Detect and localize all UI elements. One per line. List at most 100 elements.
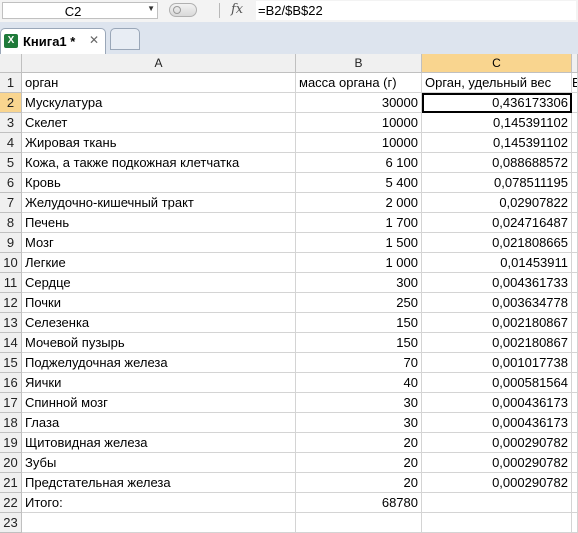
name-box[interactable]: C2 ▼ bbox=[2, 2, 158, 19]
cell-a10[interactable]: Легкие bbox=[22, 253, 296, 273]
cell-d3[interactable] bbox=[572, 113, 578, 133]
cell-a4[interactable]: Жировая ткань bbox=[22, 133, 296, 153]
row-header[interactable]: 10 bbox=[0, 253, 22, 273]
row-header[interactable]: 3 bbox=[0, 113, 22, 133]
cell-d14[interactable] bbox=[572, 333, 578, 353]
cell-d22[interactable] bbox=[572, 493, 578, 513]
cell-c22[interactable] bbox=[422, 493, 572, 513]
cell-a8[interactable]: Печень bbox=[22, 213, 296, 233]
cell-c14[interactable]: 0,002180867 bbox=[422, 333, 572, 353]
cell-a20[interactable]: Зубы bbox=[22, 453, 296, 473]
cell-b20[interactable]: 20 bbox=[296, 453, 422, 473]
row-header[interactable]: 19 bbox=[0, 433, 22, 453]
cell-b4[interactable]: 10000 bbox=[296, 133, 422, 153]
cell-c15[interactable]: 0,001017738 bbox=[422, 353, 572, 373]
row-header[interactable]: 9 bbox=[0, 233, 22, 253]
cell-a9[interactable]: Мозг bbox=[22, 233, 296, 253]
cell-c9[interactable]: 0,021808665 bbox=[422, 233, 572, 253]
cell-b16[interactable]: 40 bbox=[296, 373, 422, 393]
row-header[interactable]: 7 bbox=[0, 193, 22, 213]
cell-b12[interactable]: 250 bbox=[296, 293, 422, 313]
cell-b1[interactable]: масса органа (г) bbox=[296, 73, 422, 93]
cell-d2[interactable] bbox=[572, 93, 578, 113]
cell-a3[interactable]: Скелет bbox=[22, 113, 296, 133]
row-header[interactable]: 6 bbox=[0, 173, 22, 193]
column-header-b[interactable]: B bbox=[296, 54, 422, 73]
cell-a23[interactable] bbox=[22, 513, 296, 533]
formula-input[interactable]: =B2/$B$22 bbox=[256, 1, 576, 20]
search-icon[interactable] bbox=[169, 3, 197, 17]
row-header[interactable]: 11 bbox=[0, 273, 22, 293]
cell-c20[interactable]: 0,000290782 bbox=[422, 453, 572, 473]
tab-workbook[interactable]: X Книга1 * ✕ bbox=[0, 28, 106, 54]
cell-c13[interactable]: 0,002180867 bbox=[422, 313, 572, 333]
row-header[interactable]: 22 bbox=[0, 493, 22, 513]
cell-b19[interactable]: 20 bbox=[296, 433, 422, 453]
cell-b15[interactable]: 70 bbox=[296, 353, 422, 373]
row-header[interactable]: 15 bbox=[0, 353, 22, 373]
cell-c12[interactable]: 0,003634778 bbox=[422, 293, 572, 313]
cell-d13[interactable] bbox=[572, 313, 578, 333]
row-header[interactable]: 14 bbox=[0, 333, 22, 353]
chevron-down-icon[interactable]: ▼ bbox=[147, 4, 155, 13]
cell-d5[interactable] bbox=[572, 153, 578, 173]
cell-c2[interactable]: 0,436173306 bbox=[422, 93, 572, 113]
cell-d11[interactable] bbox=[572, 273, 578, 293]
cell-a21[interactable]: Предстательная железа bbox=[22, 473, 296, 493]
cell-d4[interactable] bbox=[572, 133, 578, 153]
cell-b17[interactable]: 30 bbox=[296, 393, 422, 413]
select-all-corner[interactable] bbox=[0, 54, 22, 73]
cell-b8[interactable]: 1 700 bbox=[296, 213, 422, 233]
cell-b22[interactable]: 68780 bbox=[296, 493, 422, 513]
cell-c7[interactable]: 0,02907822 bbox=[422, 193, 572, 213]
cell-b5[interactable]: 6 100 bbox=[296, 153, 422, 173]
cell-b18[interactable]: 30 bbox=[296, 413, 422, 433]
cell-c21[interactable]: 0,000290782 bbox=[422, 473, 572, 493]
cell-d17[interactable] bbox=[572, 393, 578, 413]
cell-d18[interactable] bbox=[572, 413, 578, 433]
cell-c17[interactable]: 0,000436173 bbox=[422, 393, 572, 413]
row-header[interactable]: 5 bbox=[0, 153, 22, 173]
function-icon[interactable]: fx bbox=[231, 2, 243, 17]
cell-b7[interactable]: 2 000 bbox=[296, 193, 422, 213]
row-header[interactable]: 17 bbox=[0, 393, 22, 413]
row-header[interactable]: 1 bbox=[0, 73, 22, 93]
cell-c11[interactable]: 0,004361733 bbox=[422, 273, 572, 293]
row-header[interactable]: 23 bbox=[0, 513, 22, 533]
cell-a2[interactable]: Мускулатура bbox=[22, 93, 296, 113]
cell-a22[interactable]: Итого: bbox=[22, 493, 296, 513]
row-header[interactable]: 13 bbox=[0, 313, 22, 333]
row-header[interactable]: 12 bbox=[0, 293, 22, 313]
cell-d16[interactable] bbox=[572, 373, 578, 393]
close-icon[interactable]: ✕ bbox=[89, 33, 99, 47]
cell-a17[interactable]: Спинной мозг bbox=[22, 393, 296, 413]
row-header[interactable]: 20 bbox=[0, 453, 22, 473]
cell-d19[interactable] bbox=[572, 433, 578, 453]
spreadsheet-grid[interactable]: A B C 1 орган масса органа (г) Орган, удель… bbox=[0, 54, 578, 533]
cell-d10[interactable] bbox=[572, 253, 578, 273]
cell-a6[interactable]: Кровь bbox=[22, 173, 296, 193]
cell-c4[interactable]: 0,145391102 bbox=[422, 133, 572, 153]
cell-d15[interactable] bbox=[572, 353, 578, 373]
cell-a16[interactable]: Яички bbox=[22, 373, 296, 393]
row-header[interactable]: 8 bbox=[0, 213, 22, 233]
cell-a13[interactable]: Селезенка bbox=[22, 313, 296, 333]
cell-d6[interactable] bbox=[572, 173, 578, 193]
row-header[interactable]: 21 bbox=[0, 473, 22, 493]
cell-b13[interactable]: 150 bbox=[296, 313, 422, 333]
cell-a19[interactable]: Щитовидная железа bbox=[22, 433, 296, 453]
cell-b6[interactable]: 5 400 bbox=[296, 173, 422, 193]
row-header[interactable]: 18 bbox=[0, 413, 22, 433]
cell-c6[interactable]: 0,078511195 bbox=[422, 173, 572, 193]
cell-b21[interactable]: 20 bbox=[296, 473, 422, 493]
cell-a5[interactable]: Кожа, а также подкожная клетчатка bbox=[22, 153, 296, 173]
cell-c8[interactable]: 0,024716487 bbox=[422, 213, 572, 233]
cell-d12[interactable] bbox=[572, 293, 578, 313]
cell-a7[interactable]: Желудочно-кишечный тракт bbox=[22, 193, 296, 213]
cell-d9[interactable] bbox=[572, 233, 578, 253]
cell-b3[interactable]: 10000 bbox=[296, 113, 422, 133]
new-tab-button[interactable] bbox=[110, 28, 140, 50]
cell-c3[interactable]: 0,145391102 bbox=[422, 113, 572, 133]
row-header[interactable]: 2 bbox=[0, 93, 22, 113]
cell-c1[interactable]: Орган, удельный вес bbox=[422, 73, 572, 93]
